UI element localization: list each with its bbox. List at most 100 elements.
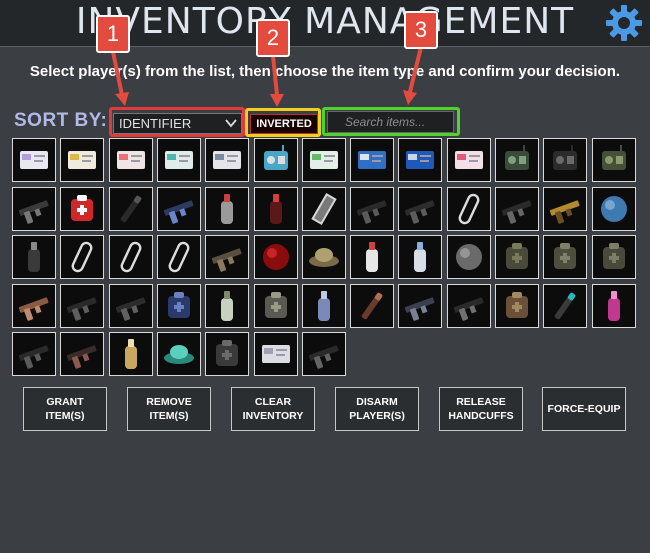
item-slot[interactable]	[592, 235, 636, 279]
item-slot[interactable]	[60, 187, 104, 231]
item-slot[interactable]	[157, 138, 201, 182]
item-slot[interactable]	[302, 187, 346, 231]
radio-icon	[264, 145, 288, 170]
item-slot[interactable]	[12, 332, 56, 376]
item-slot[interactable]	[447, 235, 491, 279]
item-slot[interactable]	[254, 235, 298, 279]
item-slot[interactable]	[350, 187, 394, 231]
ammo-outline-icon	[168, 241, 190, 273]
item-slot[interactable]	[12, 235, 56, 279]
assault-rifle-icon	[66, 297, 97, 321]
keycard-janitor-icon	[20, 151, 48, 169]
item-slot[interactable]	[60, 138, 104, 182]
item-slot[interactable]	[495, 138, 539, 182]
item-slot[interactable]	[205, 332, 249, 376]
item-slot[interactable]	[447, 187, 491, 231]
handgun-icon	[211, 248, 242, 272]
item-slot[interactable]	[302, 138, 346, 182]
item-slot[interactable]	[543, 235, 587, 279]
goggles-icon	[164, 345, 194, 364]
heavy-armor-icon	[603, 243, 625, 269]
item-slot[interactable]	[109, 235, 153, 279]
item-slot[interactable]	[447, 138, 491, 182]
backpack-icon	[506, 292, 528, 318]
item-slot[interactable]	[350, 138, 394, 182]
micro-hid-icon	[163, 200, 194, 224]
item-slot[interactable]	[12, 187, 56, 231]
inventory-management-panel: INVENTORY MANAGEMENT Select player(s) fr…	[0, 0, 650, 553]
item-slot[interactable]	[350, 284, 394, 328]
item-slot[interactable]	[495, 187, 539, 231]
item-slot[interactable]	[254, 284, 298, 328]
item-slot[interactable]	[205, 138, 249, 182]
item-slot[interactable]	[157, 187, 201, 231]
item-slot[interactable]	[254, 138, 298, 182]
item-slot[interactable]	[592, 187, 636, 231]
pistol-icon	[18, 200, 49, 224]
light-bulb-icon	[221, 291, 233, 321]
coin-strip-icon	[311, 193, 337, 225]
radio-handset-icon	[602, 145, 626, 170]
item-slot[interactable]	[60, 332, 104, 376]
item-slot[interactable]	[592, 284, 636, 328]
item-slot[interactable]	[12, 138, 56, 182]
lantern-icon	[125, 339, 137, 369]
wand-icon	[554, 292, 576, 320]
gatling-icon	[308, 345, 339, 369]
item-slot[interactable]	[543, 284, 587, 328]
item-slot[interactable]	[205, 235, 249, 279]
item-slot[interactable]	[60, 284, 104, 328]
item-slot[interactable]	[12, 284, 56, 328]
item-slot[interactable]	[398, 187, 442, 231]
item-slot[interactable]	[60, 235, 104, 279]
ammo-outline-icon	[120, 241, 142, 273]
machine-gun-icon	[404, 297, 435, 321]
ammo-outline-icon	[458, 193, 480, 225]
paper-card-icon	[262, 345, 290, 363]
keycard-operations-icon	[358, 151, 386, 169]
item-slot[interactable]	[109, 187, 153, 231]
coin-icon	[456, 244, 482, 270]
item-slot[interactable]	[109, 284, 153, 328]
item-slot[interactable]	[109, 332, 153, 376]
golden-gun-icon	[549, 200, 580, 224]
item-slot[interactable]	[495, 284, 539, 328]
item-slot[interactable]	[543, 138, 587, 182]
item-slot[interactable]	[157, 284, 201, 328]
keycard-research-icon	[117, 151, 145, 169]
item-slot[interactable]	[254, 332, 298, 376]
shotgun-icon	[18, 297, 49, 321]
item-slot[interactable]	[350, 235, 394, 279]
item-slot[interactable]	[447, 284, 491, 328]
release-handcuffs-button[interactable]: RELEASE HANDCUFFS	[439, 387, 523, 431]
item-slot[interactable]	[398, 138, 442, 182]
flashlight-icon	[120, 195, 142, 223]
sack-icon	[265, 292, 287, 318]
ammo-outline-icon	[71, 241, 93, 273]
item-slot[interactable]	[109, 138, 153, 182]
carbine-icon	[115, 297, 146, 321]
item-slot[interactable]	[205, 284, 249, 328]
flashbang-icon	[28, 242, 40, 272]
item-slot[interactable]	[157, 235, 201, 279]
item-slot[interactable]	[398, 284, 442, 328]
force-equip-button[interactable]: FORCE-EQUIP	[542, 387, 626, 431]
item-slot[interactable]	[543, 187, 587, 231]
item-slot[interactable]	[254, 187, 298, 231]
item-slot[interactable]	[157, 332, 201, 376]
item-slot[interactable]	[205, 187, 249, 231]
item-slot[interactable]	[302, 332, 346, 376]
item-slot[interactable]	[495, 235, 539, 279]
item-slot[interactable]	[398, 235, 442, 279]
cola-bottle-icon	[270, 194, 282, 224]
grant-items-button[interactable]: GRANT ITEM(S)	[23, 387, 107, 431]
item-slot[interactable]	[592, 138, 636, 182]
rifle-icon	[356, 200, 387, 224]
remove-items-button[interactable]: REMOVE ITEM(S)	[127, 387, 211, 431]
ak-rifle-icon	[66, 345, 97, 369]
disarm-players-button[interactable]: DISARM PLAYER(S)	[335, 387, 419, 431]
item-slot[interactable]	[302, 235, 346, 279]
clear-inventory-button[interactable]: CLEAR INVENTORY	[231, 387, 315, 431]
item-slot[interactable]	[302, 284, 346, 328]
light-armor-icon	[506, 243, 528, 269]
